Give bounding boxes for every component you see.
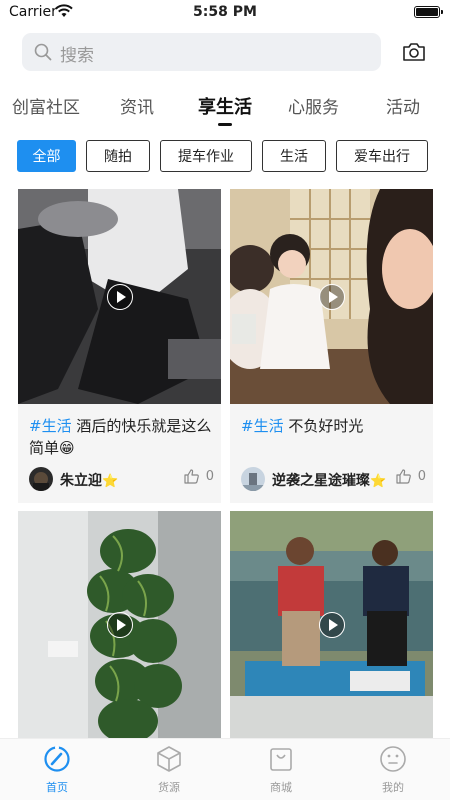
nav-home-label: 首页 bbox=[46, 781, 68, 794]
post-caption: #生活 酒后的快乐就是这么简单😁 bbox=[29, 415, 213, 459]
camera-icon[interactable] bbox=[402, 42, 426, 66]
shopping-bag-icon bbox=[270, 748, 292, 771]
like-button[interactable]: 0 bbox=[396, 469, 426, 484]
video-thumbnail bbox=[18, 189, 221, 404]
tab-zixun[interactable]: 资讯 bbox=[120, 93, 154, 118]
battery-icon bbox=[414, 6, 443, 18]
post-card[interactable]: #生活 不负好时光 逆袭之星途璀璨⭐ 0 bbox=[230, 189, 433, 503]
post-card[interactable] bbox=[18, 511, 221, 738]
play-icon[interactable] bbox=[318, 611, 345, 638]
post-caption: #生活 不负好时光 bbox=[241, 415, 425, 437]
tab-xinfuwu[interactable]: 心服务 bbox=[288, 93, 339, 118]
author-name[interactable]: 朱立迎 bbox=[60, 473, 102, 489]
face-icon bbox=[380, 746, 406, 772]
video-thumbnail bbox=[230, 511, 433, 738]
play-icon[interactable] bbox=[106, 283, 133, 310]
nav-source-label: 货源 bbox=[158, 781, 180, 794]
tab-indicator bbox=[218, 123, 232, 126]
chip-aiche[interactable]: 爱车出行 bbox=[336, 140, 428, 172]
chip-shenghuo[interactable]: 生活 bbox=[262, 140, 326, 172]
play-icon[interactable] bbox=[318, 283, 345, 310]
tab-huodong[interactable]: 活动 bbox=[386, 93, 420, 118]
post-tag[interactable]: #生活 bbox=[241, 417, 284, 435]
verified-star-icon: ⭐ bbox=[370, 474, 387, 489]
avatar[interactable] bbox=[241, 467, 265, 491]
author-name[interactable]: 逆袭之星途璀璨 bbox=[272, 473, 370, 489]
post-card[interactable]: #生活 酒后的快乐就是这么简单😁 朱立迎⭐ 0 bbox=[18, 189, 221, 503]
video-thumbnail bbox=[230, 189, 433, 404]
emoji-icon: 😁 bbox=[59, 439, 75, 457]
filter-chips: 全部 随拍 提车作业 生活 爱车出行 bbox=[0, 140, 450, 172]
like-count: 0 bbox=[417, 469, 426, 484]
post-card[interactable] bbox=[230, 511, 433, 738]
post-text: 不负好时光 bbox=[283, 417, 364, 435]
verified-star-icon: ⭐ bbox=[102, 474, 119, 489]
video-thumbnail bbox=[18, 511, 221, 738]
nav-me[interactable]: 我的 bbox=[363, 745, 423, 795]
bottom-nav: 首页 货源 商城 我的 bbox=[0, 738, 450, 800]
thumb-up-icon bbox=[396, 469, 411, 484]
nav-mall[interactable]: 商城 bbox=[251, 745, 311, 795]
chip-tiche[interactable]: 提车作业 bbox=[160, 140, 252, 172]
search-icon bbox=[34, 43, 52, 65]
search-input[interactable]: 搜索 bbox=[60, 41, 94, 66]
tab-xiangshenghuo[interactable]: 享生活 bbox=[198, 93, 252, 119]
post-author: 朱立迎⭐ 0 bbox=[29, 467, 214, 493]
category-tabs: 创富社区 资讯 享生活 心服务 活动 bbox=[0, 93, 450, 119]
thumb-up-icon bbox=[184, 469, 199, 484]
home-icon bbox=[44, 745, 70, 772]
box-icon bbox=[157, 746, 181, 772]
nav-home[interactable]: 首页 bbox=[27, 745, 87, 795]
status-bar: Carrier 5:58 PM bbox=[0, 0, 450, 26]
nav-me-label: 我的 bbox=[382, 781, 404, 794]
chip-suipai[interactable]: 随拍 bbox=[86, 140, 150, 172]
search-bar[interactable]: 搜索 bbox=[22, 33, 381, 71]
avatar[interactable] bbox=[29, 467, 53, 491]
tab-chuangfu[interactable]: 创富社区 bbox=[12, 93, 80, 118]
nav-mall-label: 商城 bbox=[270, 781, 292, 794]
clock: 5:58 PM bbox=[193, 4, 257, 20]
play-icon[interactable] bbox=[106, 611, 133, 638]
post-author: 逆袭之星途璀璨⭐ 0 bbox=[241, 467, 426, 493]
chip-all[interactable]: 全部 bbox=[17, 140, 76, 172]
like-count: 0 bbox=[205, 469, 214, 484]
like-button[interactable]: 0 bbox=[184, 469, 214, 484]
post-tag[interactable]: #生活 bbox=[29, 417, 72, 435]
nav-source[interactable]: 货源 bbox=[139, 745, 199, 795]
